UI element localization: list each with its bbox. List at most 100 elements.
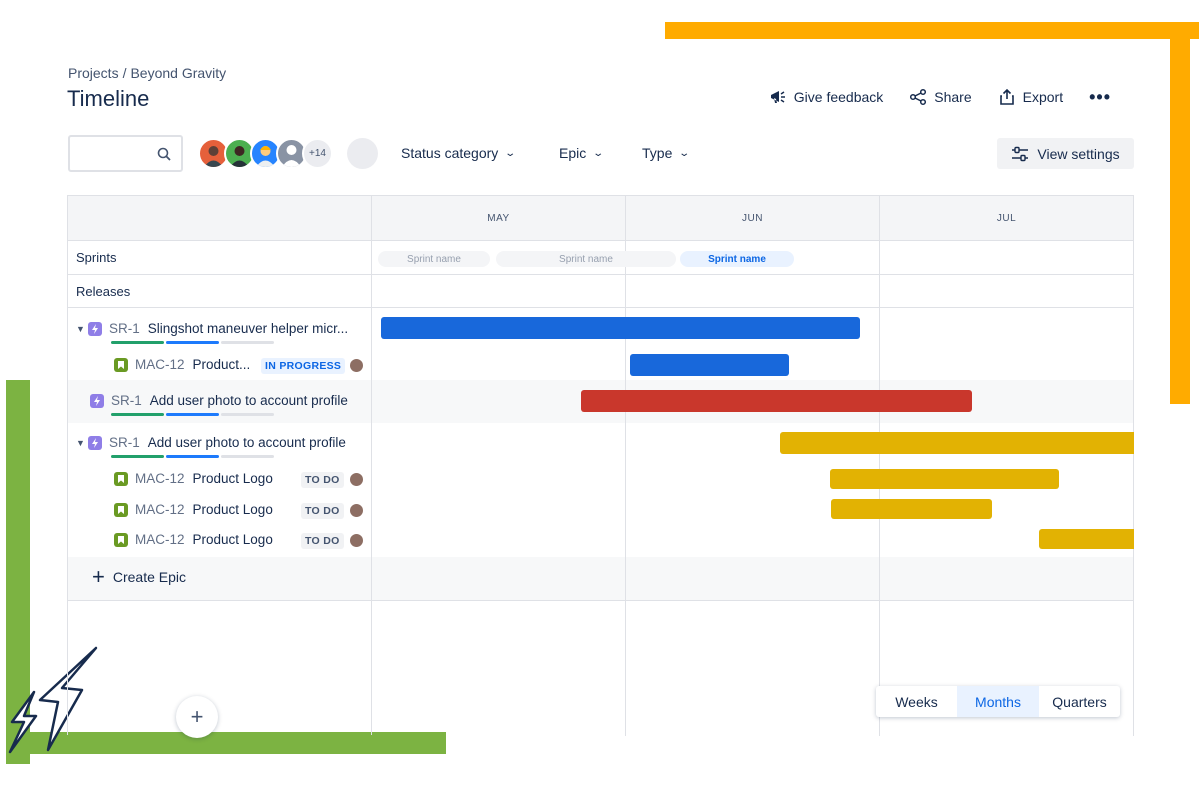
zoom-months-button[interactable]: Months: [957, 686, 1039, 717]
status-category-filter[interactable]: Status category ⌄: [401, 145, 517, 161]
view-settings-label: View settings: [1037, 145, 1120, 162]
give-feedback-button[interactable]: Give feedback: [769, 88, 884, 106]
share-button[interactable]: Share: [909, 88, 972, 106]
page-title: Timeline: [67, 86, 150, 111]
chevron-down-icon: ⌄: [504, 147, 517, 159]
item-title: Product Logo: [192, 471, 273, 486]
row-highlight: [68, 557, 1134, 601]
sprints-label: Sprints: [76, 250, 117, 265]
item-title: Product...: [192, 357, 251, 372]
more-actions-button[interactable]: •••: [1089, 88, 1111, 106]
chevron-down-icon: ⌄: [678, 147, 691, 159]
sprint-pill[interactable]: Sprint name: [378, 251, 490, 267]
zoom-toggle: Weeks Months Quarters: [876, 686, 1120, 717]
give-feedback-label: Give feedback: [793, 89, 884, 105]
sprint-pill[interactable]: Sprint name: [496, 251, 676, 267]
export-icon: [999, 88, 1014, 105]
add-item-button[interactable]: +: [176, 696, 218, 738]
avatar[interactable]: [349, 472, 364, 487]
breadcrumb-separator: /: [122, 65, 127, 81]
list-item[interactable]: ▼ SR-1 Slingshot maneuver helper micr...: [76, 321, 348, 336]
zoom-quarters-button[interactable]: Quarters: [1039, 686, 1120, 717]
avatar-more-count[interactable]: +14: [302, 138, 333, 169]
timeline-bar-story[interactable]: [1039, 529, 1134, 549]
export-label: Export: [1022, 89, 1064, 105]
create-epic-button[interactable]: + Create Epic: [92, 564, 187, 589]
list-item[interactable]: SR-1 Add user photo to account profile: [90, 393, 348, 408]
chevron-down-icon[interactable]: ▼: [76, 324, 88, 334]
item-title: Add user photo to account profile: [147, 435, 346, 450]
list-item[interactable]: MAC-12 Product Logo: [114, 471, 273, 486]
item-key: SR-1: [109, 435, 140, 450]
timeline-grid: MAY JUN JUL Sprints Sprint name Sprint n…: [67, 195, 1134, 736]
chevron-down-icon: ⌄: [592, 147, 605, 159]
epic-lightning-icon: [90, 393, 104, 408]
item-key: MAC-12: [135, 357, 185, 372]
month-header-may: MAY: [372, 196, 625, 241]
list-item[interactable]: MAC-12 Product Logo: [114, 502, 273, 517]
type-filter[interactable]: Type ⌄: [642, 145, 691, 161]
view-settings-button[interactable]: View settings: [997, 138, 1134, 169]
progress-bar: [111, 341, 274, 344]
epic-filter-label: Epic: [559, 145, 587, 161]
item-key: MAC-12: [135, 532, 185, 547]
header-actions: Give feedback Share Export •••: [769, 88, 1111, 106]
epic-lightning-icon: [88, 321, 102, 336]
releases-label: Releases: [76, 284, 131, 299]
search-input[interactable]: [68, 135, 183, 172]
story-bookmark-icon: [114, 471, 128, 486]
export-button[interactable]: Export: [998, 88, 1063, 106]
status-category-label: Status category: [401, 145, 499, 161]
sprint-pill-active[interactable]: Sprint name: [680, 251, 794, 267]
story-bookmark-icon: [114, 357, 128, 372]
status-badge[interactable]: TO DO: [301, 533, 344, 549]
type-filter-label: Type: [642, 145, 673, 161]
list-item[interactable]: MAC-12 Product Logo: [114, 532, 273, 547]
timeline-header-left: [68, 196, 371, 241]
epic-filter[interactable]: Epic ⌄: [559, 145, 605, 161]
item-key: SR-1: [111, 393, 142, 408]
megaphone-icon: [770, 91, 785, 103]
timeline-bar-epic[interactable]: [780, 432, 1134, 454]
item-title: Add user photo to account profile: [149, 393, 348, 408]
plus-icon: +: [92, 564, 105, 589]
item-key: SR-1: [109, 321, 140, 336]
status-badge[interactable]: TO DO: [301, 503, 344, 519]
breadcrumb-project[interactable]: Beyond Gravity: [130, 65, 226, 81]
list-item[interactable]: ▼ SR-1 Add user photo to account profile: [76, 435, 346, 450]
item-title: Product Logo: [192, 532, 273, 547]
zoom-weeks-button[interactable]: Weeks: [876, 686, 957, 717]
decorative-orange-stripe-right: [1170, 22, 1190, 404]
story-bookmark-icon: [114, 502, 128, 517]
avatar[interactable]: [349, 503, 364, 518]
status-badge[interactable]: TO DO: [301, 472, 344, 488]
status-badge[interactable]: IN PROGRESS: [261, 358, 346, 374]
plus-icon: +: [190, 704, 204, 729]
breadcrumb: Projects / Beyond Gravity: [68, 65, 226, 81]
sprints-row: Sprints Sprint name Sprint name Sprint n…: [68, 241, 1134, 275]
create-epic-label: Create Epic: [112, 569, 187, 585]
timeline-bar-epic[interactable]: [581, 390, 972, 412]
story-bookmark-icon: [114, 532, 128, 547]
list-item[interactable]: MAC-12 Product...: [114, 357, 250, 372]
avatar[interactable]: [349, 533, 364, 548]
timeline-bar-epic[interactable]: [381, 317, 860, 339]
month-header-jul: JUL: [880, 196, 1133, 241]
avatar[interactable]: [349, 358, 364, 373]
create-epic-divider: [68, 600, 1134, 601]
timeline-bar-story[interactable]: [630, 354, 789, 376]
search-icon: [157, 147, 171, 161]
avatar-placeholder[interactable]: [347, 138, 378, 169]
sliders-icon: [1012, 146, 1029, 161]
item-key: MAC-12: [135, 502, 185, 517]
timeline-bar-story[interactable]: [831, 499, 992, 519]
share-label: Share: [934, 89, 972, 105]
progress-bar: [111, 413, 274, 416]
progress-bar: [111, 455, 274, 458]
breadcrumb-projects[interactable]: Projects: [68, 65, 119, 81]
avatar-group: +14: [198, 138, 333, 169]
chevron-down-icon[interactable]: ▼: [76, 438, 88, 448]
epic-lightning-icon: [88, 435, 102, 450]
month-header-jun: JUN: [626, 196, 879, 241]
timeline-bar-story[interactable]: [830, 469, 1059, 489]
